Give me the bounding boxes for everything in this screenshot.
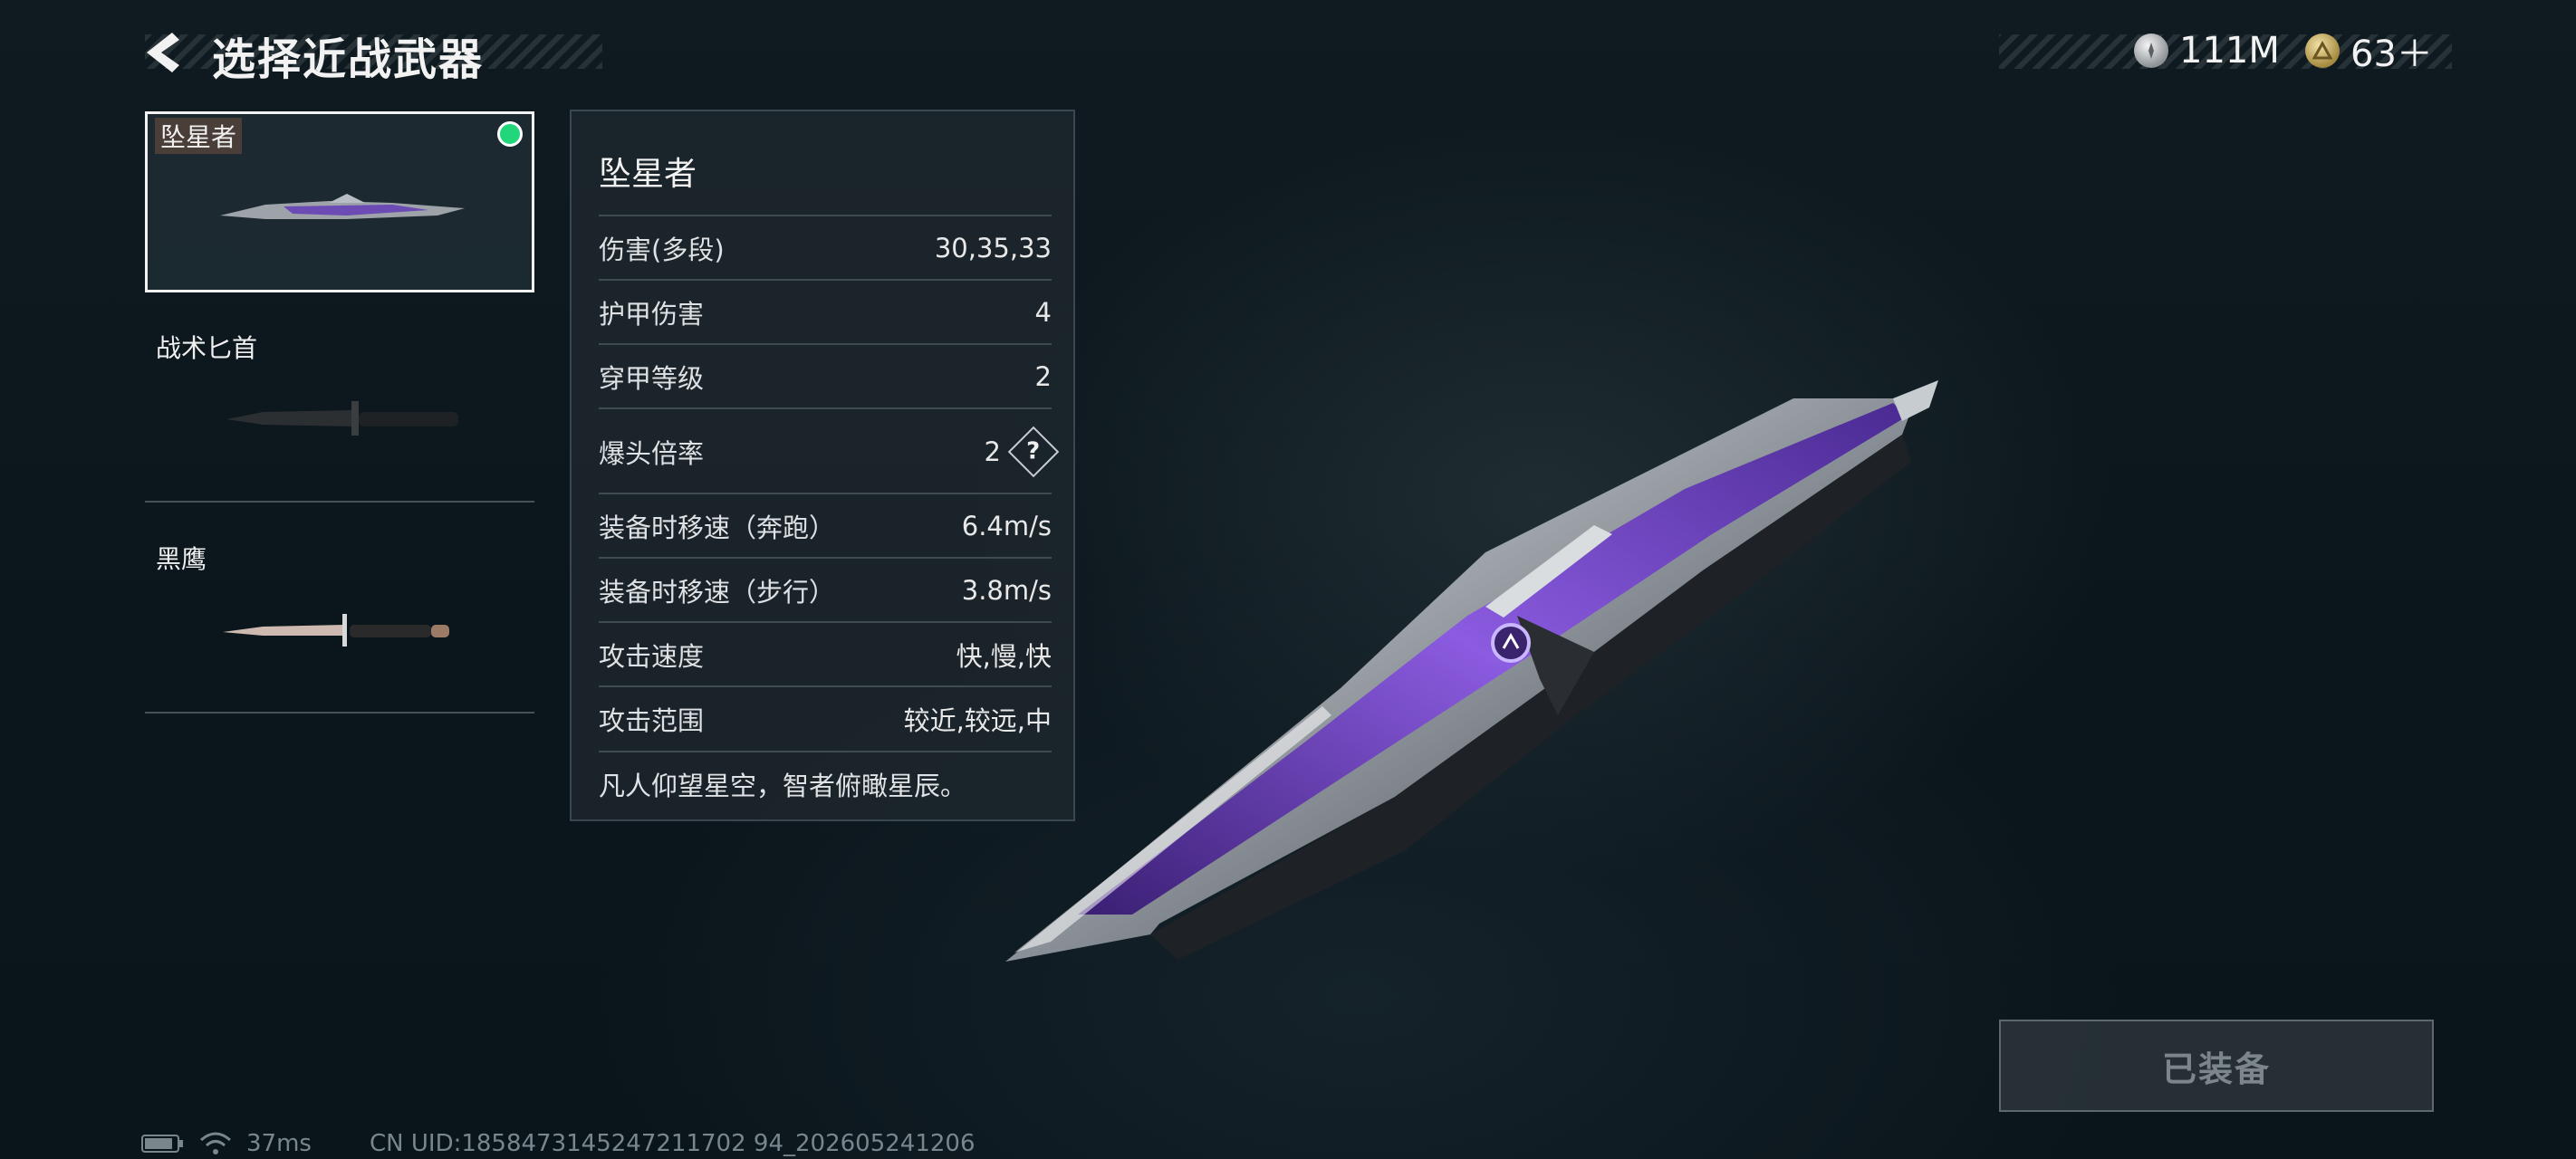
tactical-dagger-thumbnail (226, 401, 458, 436)
stat-row-armor-damage: 护甲伤害 4 (599, 279, 1052, 344)
stat-value: 30,35,33 (934, 233, 1052, 263)
stat-label: 装备时移速（奔跑） (599, 512, 836, 543)
card-divider (145, 501, 534, 503)
gold-currency[interactable]: 63＋ (2305, 27, 2433, 75)
stat-row-damage: 伤害(多段) 30,35,33 (599, 215, 1052, 280)
silver-coin-icon (2134, 34, 2168, 68)
gold-amount: 63＋ (2350, 34, 2433, 75)
stat-row-attack-range: 攻击范围 较近,较远,中 (599, 685, 1052, 752)
emblem-icon (1491, 623, 1531, 663)
weapon-name: 坠星者 (155, 118, 243, 154)
purple-inlay (1078, 403, 1907, 915)
stat-label: 爆头倍率 (599, 438, 705, 469)
equipped-indicator (497, 121, 523, 147)
weapon-name: 黑鹰 (156, 544, 207, 574)
wifi-icon (199, 1130, 232, 1157)
black-hawk-knife-thumbnail (223, 614, 449, 647)
stat-row-penetration: 穿甲等级 2 (599, 343, 1052, 408)
stat-row-run-speed: 装备时移速（奔跑） 6.4m/s (599, 493, 1052, 558)
gold-coin-icon (2305, 34, 2340, 68)
battery-icon (141, 1130, 185, 1157)
weapon-title: 坠星者 (599, 156, 697, 193)
stat-row-attack-speed: 攻击速度 快,慢,快 (599, 621, 1052, 686)
stat-row-walk-speed: 装备时移速（步行） 3.8m/s (599, 557, 1052, 622)
ping-text: 37ms (246, 1130, 312, 1157)
card-divider (145, 712, 534, 714)
chevron-left-icon (147, 33, 179, 72)
flavor-text: 凡人仰望星空，智者俯瞰星辰。 (599, 771, 967, 801)
back-button[interactable] (136, 27, 187, 78)
stat-label: 伤害(多段) (599, 235, 725, 265)
weapon-name: 战术匕首 (156, 333, 258, 363)
stat-label: 穿甲等级 (599, 363, 705, 394)
weapon-card-0[interactable]: 坠星者 (145, 111, 534, 292)
weapon-card-1[interactable]: 战术匕首 (145, 321, 534, 503)
stat-value: 4 (1034, 297, 1052, 328)
blade-tip (1893, 380, 1938, 421)
stat-row-headshot: 爆头倍率 2 ? (599, 407, 1060, 494)
weapon-preview-model[interactable] (996, 380, 1947, 978)
equip-button[interactable]: 已装备 (1999, 1020, 2434, 1112)
page-title: 选择近战武器 (212, 34, 485, 85)
starfall-knife-thumbnail (220, 194, 465, 219)
stat-label: 攻击速度 (599, 641, 705, 672)
uid-text: CN UID:1858473145247211702 94_2026052412… (370, 1130, 976, 1157)
silver-currency: 111M (2134, 27, 2280, 74)
stat-label: 护甲伤害 (599, 299, 705, 330)
weapon-card-2[interactable]: 黑鹰 (145, 532, 534, 714)
silver-amount: 111M (2179, 30, 2280, 72)
stat-label: 攻击范围 (599, 705, 705, 736)
equip-button-label: 已装备 (2161, 1049, 2271, 1089)
stat-label: 装备时移速（步行） (599, 577, 836, 608)
